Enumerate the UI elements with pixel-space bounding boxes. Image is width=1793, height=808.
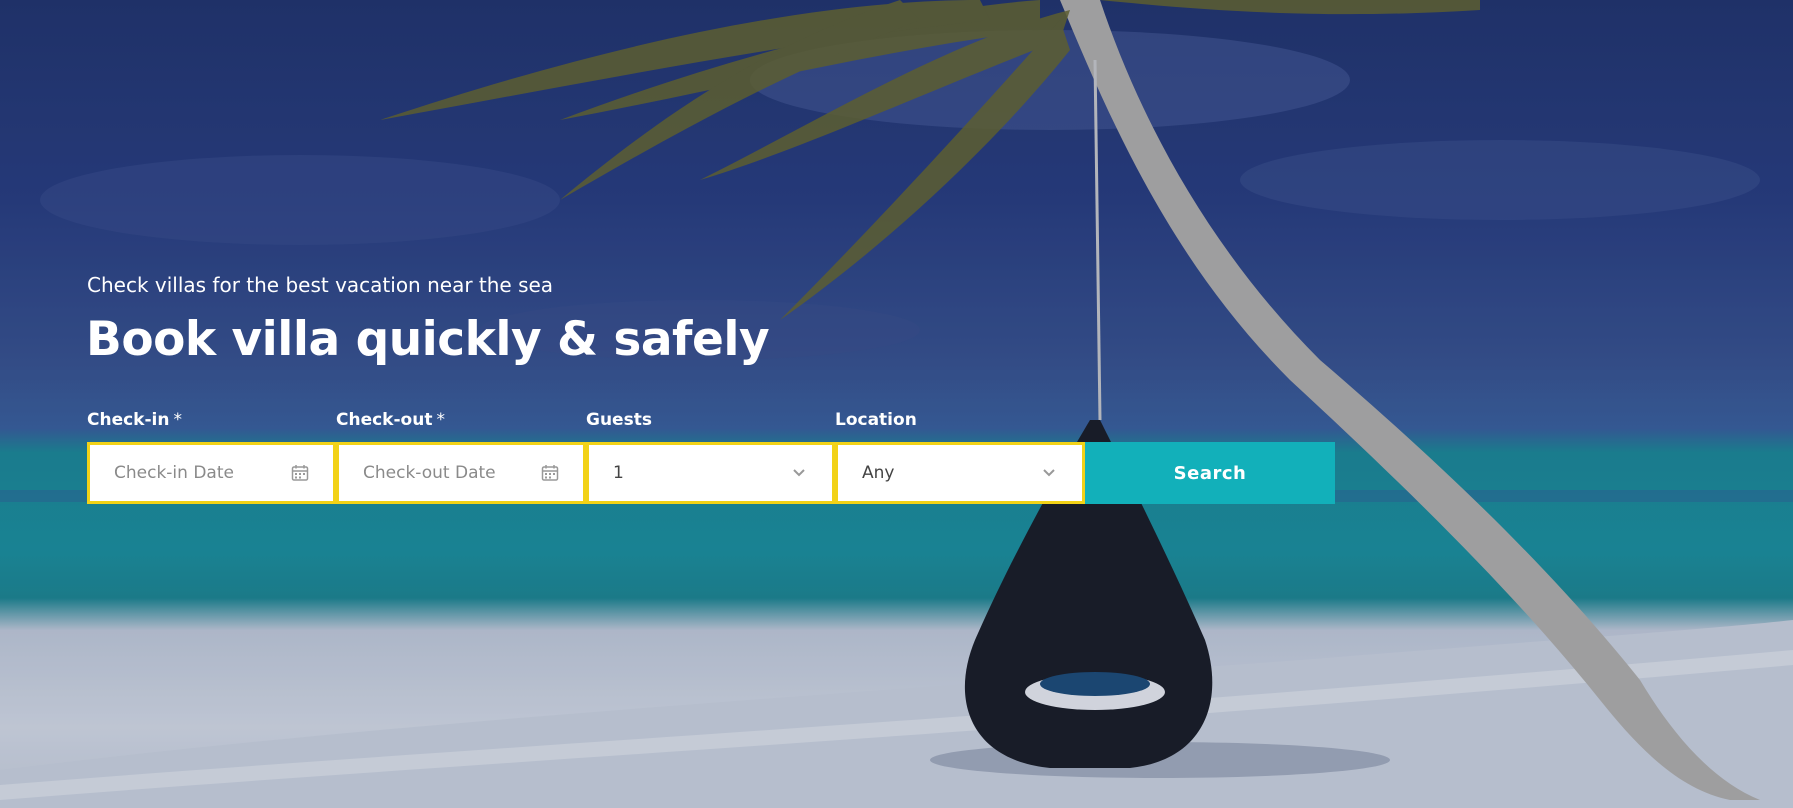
guests-selected-value: 1 bbox=[613, 463, 624, 483]
location-selected-value: Any bbox=[862, 463, 895, 483]
checkout-date-field[interactable]: Check-out Date bbox=[336, 442, 586, 504]
checkin-label: Check-in * bbox=[87, 410, 182, 430]
location-select[interactable]: Any bbox=[835, 442, 1085, 504]
search-button[interactable]: Search bbox=[1085, 442, 1335, 504]
checkout-placeholder: Check-out Date bbox=[363, 463, 496, 483]
guests-label: Guests bbox=[586, 410, 652, 430]
booking-search-form: Check-in * Check-in Date Check-out * Check… bbox=[87, 410, 1337, 504]
hero-tagline: Check villas for the best vacation near … bbox=[87, 273, 554, 297]
chevron-down-icon bbox=[790, 464, 808, 482]
chevron-down-icon bbox=[1040, 464, 1058, 482]
calendar-icon bbox=[541, 464, 559, 482]
checkin-date-field[interactable]: Check-in Date bbox=[87, 442, 336, 504]
checkin-label-text: Check-in bbox=[87, 410, 170, 430]
hero-banner: Check villas for the best vacation near … bbox=[0, 0, 1793, 808]
calendar-icon bbox=[291, 464, 309, 482]
beach-background-image bbox=[0, 0, 1793, 808]
location-label: Location bbox=[835, 410, 917, 430]
guests-select[interactable]: 1 bbox=[586, 442, 835, 504]
required-mark: * bbox=[173, 410, 182, 430]
checkout-label: Check-out * bbox=[336, 410, 445, 430]
hero-headline: Book villa quickly & safely bbox=[86, 312, 770, 367]
checkout-label-text: Check-out bbox=[336, 410, 433, 430]
required-mark: * bbox=[436, 410, 445, 430]
checkin-placeholder: Check-in Date bbox=[114, 463, 234, 483]
